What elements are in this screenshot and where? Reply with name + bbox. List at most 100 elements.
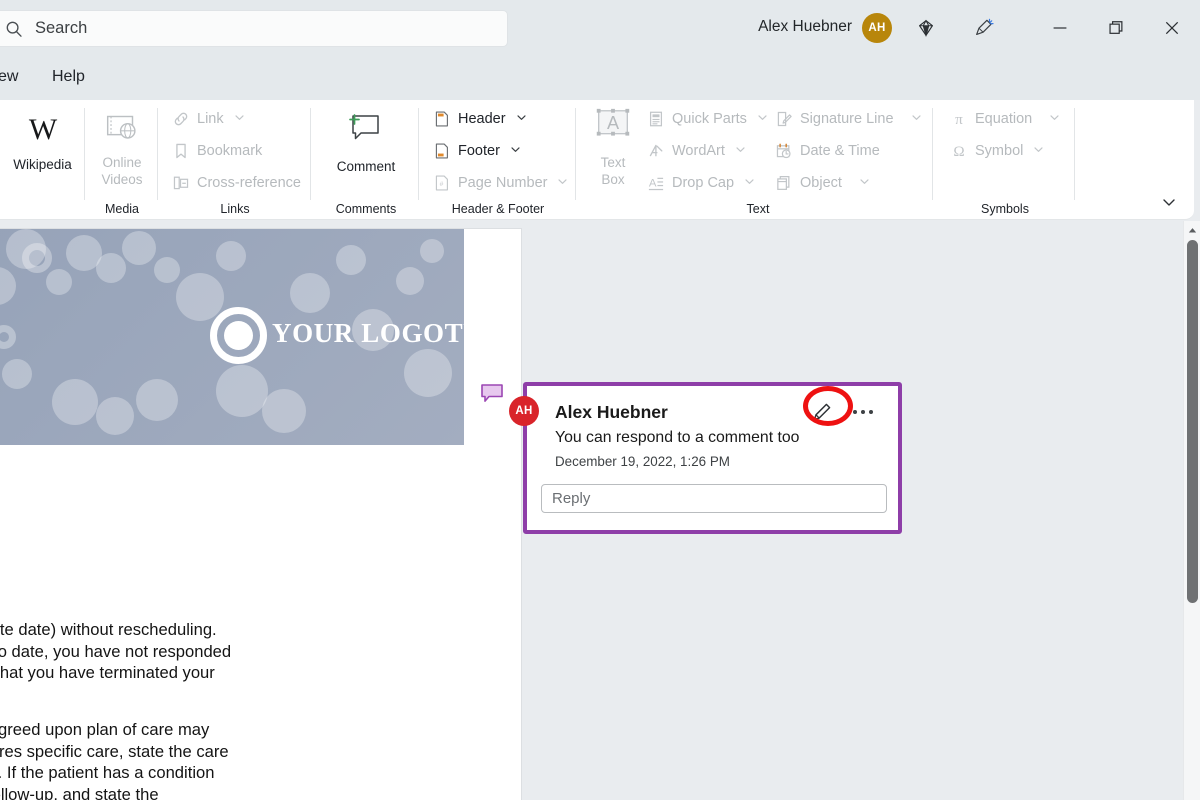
document-paragraph-1[interactable]: appointment on (indicate date) without r… [0,619,472,684]
wikipedia-button[interactable]: W Wikipedia [0,106,85,172]
tab-help[interactable]: Help [44,65,93,89]
comment-author: Alex Huebner [555,402,668,422]
collapse-ribbon-button[interactable] [1156,191,1182,213]
search-placeholder: Search [35,19,88,37]
ribbon-group-text: A Text Box Quick Parts WordArt A Drop Ca… [578,100,933,220]
ribbon-tab-row: ew Help Comments Share [0,56,1200,147]
document-paragraph-2[interactable]: ilure to adhere to the agreed upon plan … [0,719,472,800]
search-icon [5,20,23,38]
text-box-icon: A [589,106,637,153]
logotype-text: YOUR LOGOTYPE [272,318,464,348]
ribbon-group-media: Online Videos Media [86,100,158,220]
header-icon [432,110,451,129]
wordart-button[interactable]: WordArt [646,138,746,164]
page-number-icon: # [432,174,451,193]
minimize-button[interactable] [1038,8,1082,48]
svg-text:#: # [439,181,443,188]
header-label: Header [458,111,506,127]
word-window: Search Alex Huebner AH ew Help W Wikiped… [0,0,1200,800]
date-time-label: Date & Time [800,143,880,159]
chevron-down-icon [859,175,870,191]
comment-bubble-icon[interactable] [481,384,503,403]
ribbon-group-header-footer: Header Footer # Page Number Header & Foo… [420,100,576,220]
document-page[interactable]: YOUR LOGOTYPE appointment on (indicate d… [0,228,522,800]
more-options-icon[interactable] [850,401,876,423]
bookmark-button[interactable]: Bookmark [171,138,262,164]
symbol-icon: Ω [949,142,968,161]
new-comment-icon [343,106,389,157]
wordart-icon [646,142,665,161]
document-header-banner: YOUR LOGOTYPE [0,229,464,445]
wikipedia-label: Wikipedia [13,157,72,172]
chevron-down-icon [744,175,755,191]
quick-parts-label: Quick Parts [672,111,747,127]
date-time-button[interactable]: Date & Time [774,138,880,164]
group-divider [1074,108,1075,200]
online-video-icon [101,106,143,153]
ink-pen-icon[interactable] [968,12,1000,44]
object-icon [774,174,793,193]
svg-text:π: π [955,111,963,128]
header-button[interactable]: Header [432,106,527,132]
quick-parts-button[interactable]: Quick Parts [646,106,768,132]
ribbon-group-label-links: Links [220,202,250,216]
cross-reference-button[interactable]: Cross-reference [171,170,301,196]
search-input[interactable]: Search [0,10,508,47]
date-time-icon [774,142,793,161]
chevron-down-icon [234,111,245,127]
comment-card[interactable]: Alex Huebner You can respond to a commen… [523,382,902,534]
ribbon-group-comments: Comment Comments [313,100,419,220]
group-divider [575,108,576,200]
group-divider [310,108,311,200]
link-label: Link [197,111,224,127]
equation-button[interactable]: π Equation [949,106,1060,132]
scroll-up-arrow-icon[interactable] [1184,222,1200,238]
svg-text:Ω: Ω [953,143,964,160]
restore-button[interactable] [1094,8,1138,48]
vertical-scrollbar[interactable] [1183,221,1200,800]
page-number-label: Page Number [458,175,548,191]
svg-text:A: A [648,177,656,189]
online-videos-button[interactable]: Online Videos [86,106,158,187]
avatar[interactable]: AH [862,13,892,43]
title-bar: Search Alex Huebner AH [0,0,1200,56]
wordart-label: WordArt [672,143,725,159]
diamond-icon[interactable] [910,12,942,44]
close-button[interactable] [1150,8,1194,48]
symbol-button[interactable]: Ω Symbol [949,138,1044,164]
ribbon-group-label-symbols: Symbols [981,202,1029,216]
footer-button[interactable]: Footer [432,138,521,164]
equation-icon: π [949,110,968,129]
new-comment-button[interactable]: Comment [313,106,419,174]
svg-text:A: A [607,113,620,133]
wikipedia-icon: W [21,106,65,155]
ribbon-group-symbols: π Equation Ω Symbol Symbols [935,100,1075,220]
chevron-down-icon [757,111,768,127]
chevron-down-icon [1049,111,1060,127]
link-button[interactable]: Link [171,106,245,132]
comment-avatar: AH [509,396,539,426]
scrollbar-thumb[interactable] [1187,240,1198,603]
chevron-down-icon [735,143,746,159]
signature-line-button[interactable]: Signature Line [774,106,922,132]
chevron-down-icon [510,143,521,159]
ribbon-group-label-header-footer: Header & Footer [451,202,545,216]
chevron-down-icon [516,111,527,127]
text-box-button[interactable]: A Text Box [582,106,644,187]
online-videos-label-line1: Online [102,155,142,170]
tab-view[interactable]: ew [0,65,26,89]
edit-pencil-icon[interactable] [810,400,834,424]
group-divider [418,108,419,200]
drop-cap-button[interactable]: A Drop Cap [646,170,755,196]
new-comment-label: Comment [336,159,396,174]
signature-line-icon [774,110,793,129]
group-divider [157,108,158,200]
object-button[interactable]: Object [774,170,870,196]
text-box-label-line1: Text [600,155,626,170]
chevron-down-icon [911,111,922,127]
account-name[interactable]: Alex Huebner [758,18,852,36]
bookmark-label: Bookmark [197,143,263,159]
comment-reply-input[interactable]: Reply [541,484,887,513]
page-number-button[interactable]: # Page Number [432,170,568,196]
group-divider [932,108,933,200]
